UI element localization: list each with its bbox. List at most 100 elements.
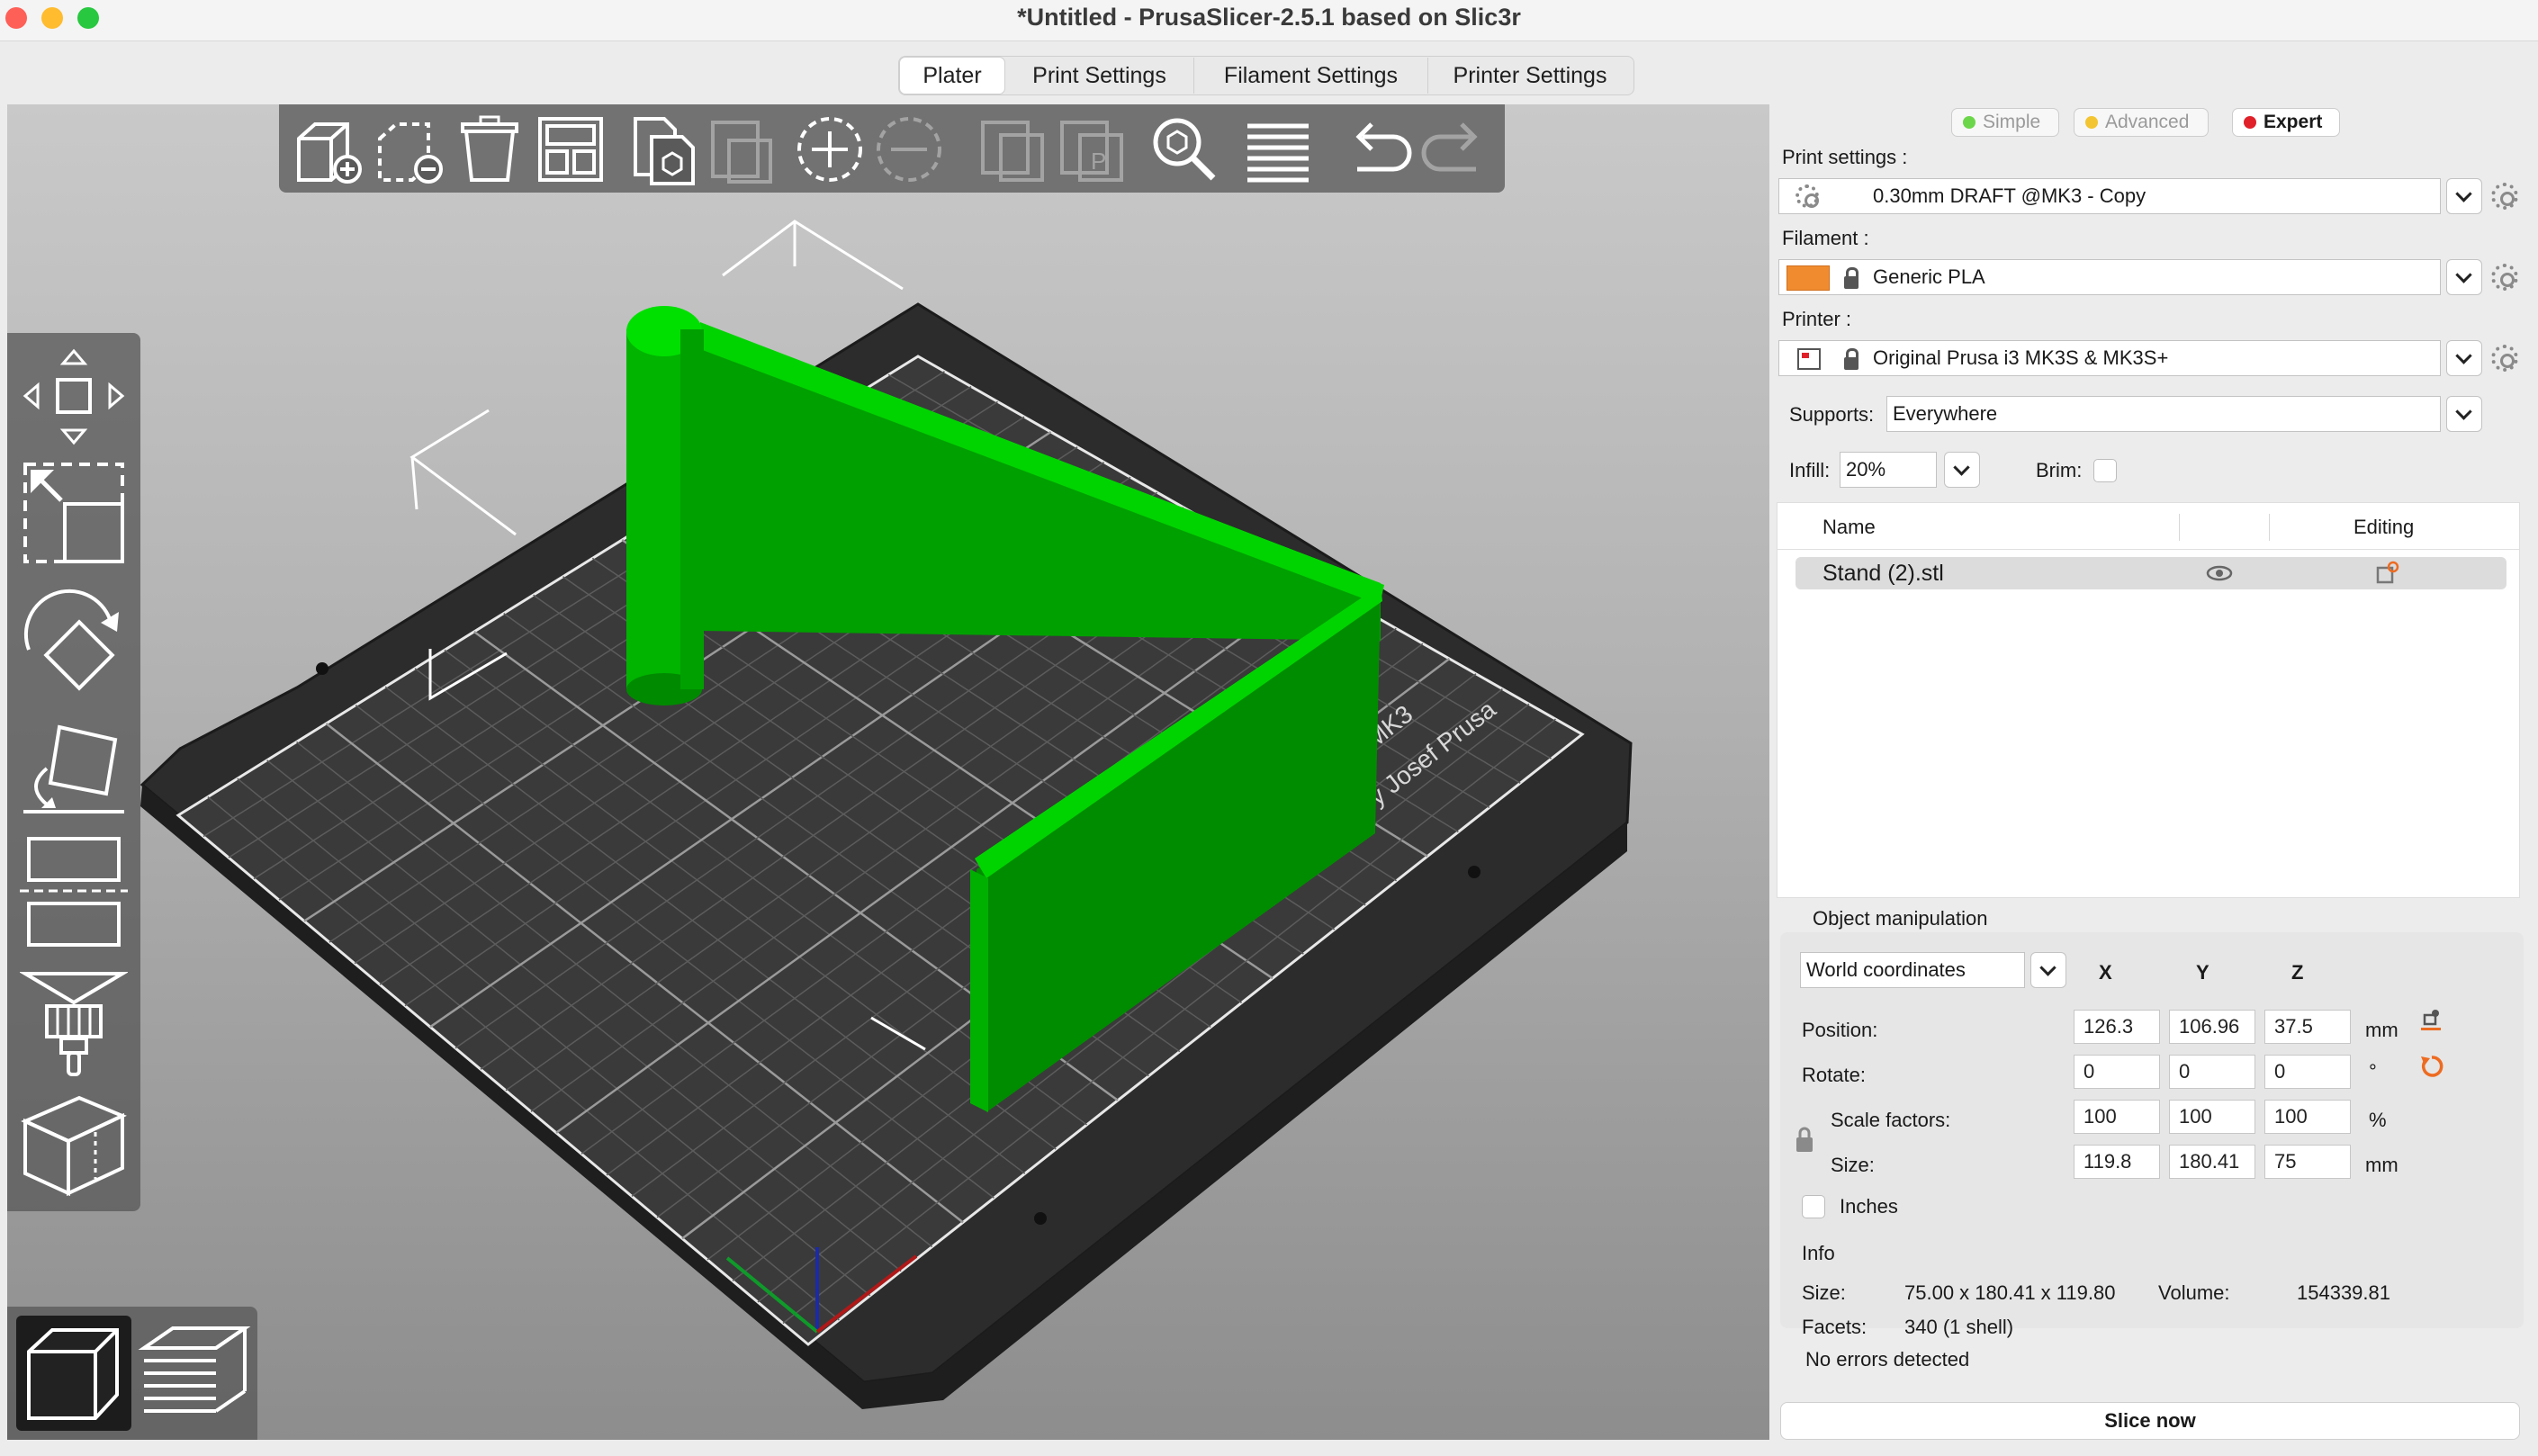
mode-advanced-label: Advanced [2105, 112, 2190, 132]
info-volume-value: 154339.81 [2297, 1281, 2390, 1304]
reset-rotation-icon[interactable] [2417, 1053, 2444, 1080]
split-parts-icon[interactable]: P [1057, 113, 1129, 185]
print-settings-value: 0.30mm DRAFT @MK3 - Copy [1873, 184, 2146, 207]
print-settings-gear-icon[interactable] [2491, 183, 2518, 210]
size-x-input[interactable]: 119.8 [2074, 1145, 2160, 1179]
info-size-value: 75.00 x 180.41 x 119.80 [1904, 1281, 2116, 1304]
redo-icon[interactable] [1418, 113, 1490, 185]
axis-x-label: X [2099, 961, 2112, 984]
inches-checkbox[interactable] [1802, 1195, 1825, 1218]
printer-gear-icon[interactable] [2491, 345, 2518, 372]
scale-icon[interactable] [20, 459, 128, 567]
arrange-icon[interactable] [535, 113, 607, 185]
print-preset-icon [1796, 184, 1819, 208]
split-objects-icon[interactable] [977, 113, 1049, 185]
paint-supports-icon[interactable] [20, 968, 128, 1078]
undo-icon[interactable] [1343, 113, 1415, 185]
position-unit: mm [2365, 1019, 2398, 1041]
printer-label: Printer : [1782, 308, 1852, 330]
info-title: Info [1802, 1242, 1835, 1264]
scale-y-input[interactable]: 100 [2169, 1100, 2255, 1134]
preview-button[interactable] [137, 1316, 252, 1431]
search-icon[interactable] [1148, 113, 1220, 185]
column-editing-header[interactable]: Editing [2354, 516, 2414, 539]
supports-dropdown[interactable] [2446, 396, 2482, 432]
main-tab-bar: Plater Print Settings Filament Settings … [898, 56, 1634, 95]
scale-lock-icon[interactable] [1795, 1127, 1814, 1154]
remove-instance-icon[interactable] [873, 113, 945, 185]
right-sidebar: Simple Advanced Expert Print settings : … [1775, 99, 2531, 1449]
coordinates-combo[interactable]: World coordinates [1800, 952, 2025, 988]
printer-dropdown[interactable] [2446, 340, 2482, 376]
copy-icon[interactable] [628, 113, 700, 185]
scale-z-input[interactable]: 100 [2264, 1100, 2351, 1134]
left-gizmo-toolbar [7, 333, 140, 1211]
mode-simple-button[interactable]: Simple [1951, 108, 2059, 137]
tab-plater[interactable]: Plater [899, 57, 1005, 94]
rotate-y-input[interactable]: 0 [2169, 1055, 2255, 1089]
3d-scene[interactable]: i3 MK3 by Josef Prusa [7, 104, 1769, 1440]
filament-gear-icon[interactable] [2491, 264, 2518, 291]
mode-expert-label: Expert [2264, 112, 2323, 132]
paste-icon[interactable] [706, 113, 778, 185]
add-object-icon[interactable] [292, 113, 364, 185]
rotate-z-input[interactable]: 0 [2264, 1055, 2351, 1089]
filament-value: Generic PLA [1873, 265, 1985, 288]
brim-label: Brim: [2036, 459, 2083, 481]
drop-to-bed-icon[interactable] [2417, 1008, 2443, 1033]
position-label: Position: [1802, 1019, 1878, 1041]
add-instance-icon[interactable] [794, 113, 866, 185]
cut-icon[interactable] [20, 833, 128, 950]
printer-icon [1797, 348, 1821, 370]
filament-label: Filament : [1782, 227, 1869, 249]
size-unit: mm [2365, 1154, 2398, 1176]
place-on-face-icon[interactable] [20, 715, 128, 819]
3d-viewport[interactable]: i3 MK3 by Josef Prusa P [7, 104, 1769, 1440]
size-z-input[interactable]: 75 [2264, 1145, 2351, 1179]
rotate-icon[interactable] [20, 587, 128, 695]
view-selector [7, 1307, 257, 1440]
coordinates-dropdown[interactable] [2030, 952, 2066, 988]
infill-dropdown[interactable] [1944, 452, 1980, 488]
position-y-input[interactable]: 106.96 [2169, 1010, 2255, 1044]
tab-print-settings[interactable]: Print Settings [1005, 58, 1194, 94]
mode-advanced-button[interactable]: Advanced [2074, 108, 2209, 137]
info-facets-label: Facets: [1802, 1316, 1868, 1338]
slice-now-button[interactable]: Slice now [1780, 1402, 2520, 1440]
column-name-header[interactable]: Name [1822, 516, 1876, 539]
delete-icon[interactable] [373, 113, 445, 185]
move-icon[interactable] [20, 346, 128, 448]
size-y-input[interactable]: 180.41 [2169, 1145, 2255, 1179]
scale-unit: % [2369, 1109, 2387, 1131]
filament-dropdown[interactable] [2446, 259, 2482, 295]
object-manipulation-panel: World coordinates X Y Z Position: 126.3 … [1780, 932, 2524, 1328]
expert-mode-dot [2244, 116, 2256, 129]
supports-value: Everywhere [1893, 402, 1998, 425]
edit-settings-icon[interactable] [2375, 561, 2400, 586]
printer-combo[interactable]: Original Prusa i3 MK3S & MK3S+ [1778, 340, 2441, 376]
eye-icon[interactable] [2206, 564, 2233, 582]
mode-expert-button[interactable]: Expert [2232, 108, 2340, 137]
position-x-input[interactable]: 126.3 [2074, 1010, 2160, 1044]
3d-view-button[interactable] [16, 1316, 131, 1431]
layers-editing-icon[interactable] [1242, 113, 1314, 185]
tab-printer-settings[interactable]: Printer Settings [1428, 58, 1632, 94]
filament-color-swatch [1786, 265, 1830, 291]
supports-combo[interactable]: Everywhere [1886, 396, 2441, 432]
brim-checkbox[interactable] [2093, 459, 2117, 482]
filament-combo[interactable]: Generic PLA [1778, 259, 2441, 295]
scale-x-input[interactable]: 100 [2074, 1100, 2160, 1134]
print-settings-dropdown[interactable] [2446, 178, 2482, 214]
infill-combo[interactable]: 20% [1840, 452, 1937, 488]
seam-painting-icon[interactable] [20, 1092, 128, 1199]
table-row[interactable]: Stand (2).stl [1796, 557, 2506, 589]
lock-icon [1844, 267, 1858, 289]
delete-all-icon[interactable] [454, 113, 526, 185]
rotate-x-input[interactable]: 0 [2074, 1055, 2160, 1089]
position-z-input[interactable]: 37.5 [2264, 1010, 2351, 1044]
info-size-label: Size: [1802, 1281, 1846, 1304]
tab-filament-settings[interactable]: Filament Settings [1194, 58, 1428, 94]
print-settings-combo[interactable]: 0.30mm DRAFT @MK3 - Copy [1778, 178, 2441, 214]
object-name: Stand (2).stl [1822, 561, 1944, 586]
rotate-label: Rotate: [1802, 1064, 1866, 1086]
